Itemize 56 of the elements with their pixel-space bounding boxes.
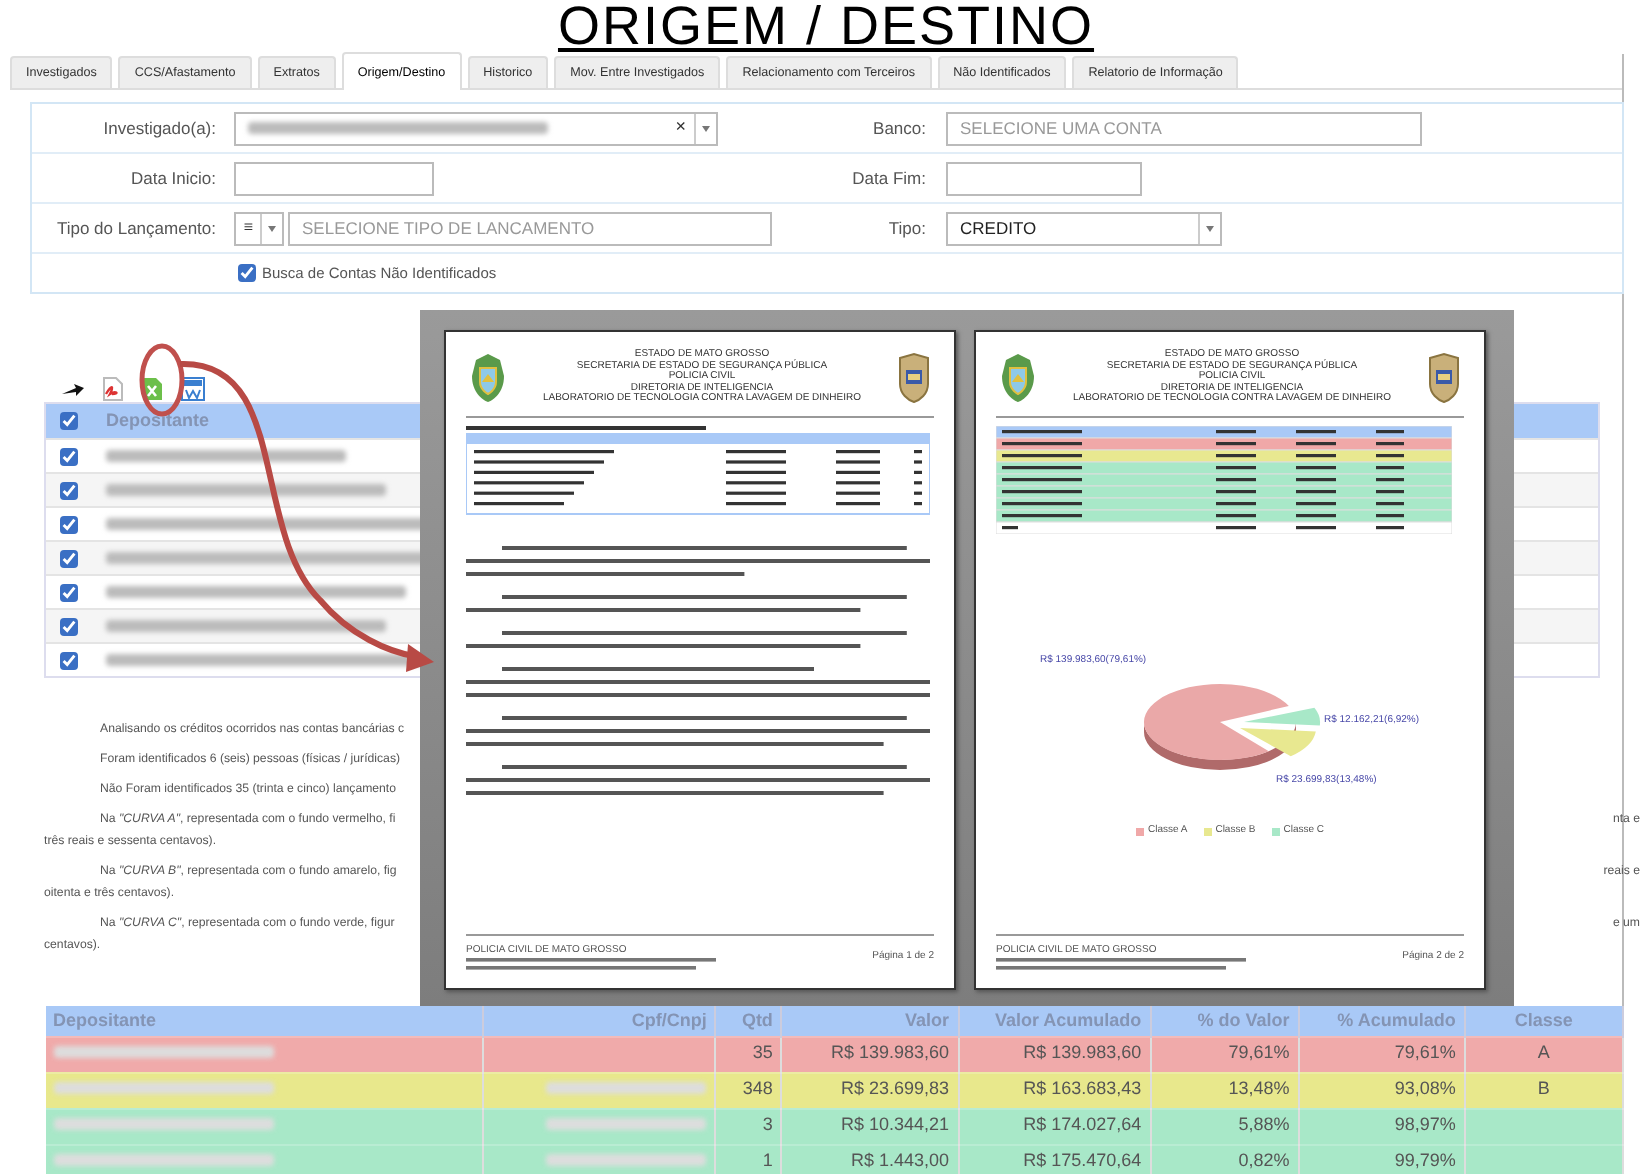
document-icon[interactable]	[180, 376, 206, 402]
checkbox[interactable]	[59, 583, 77, 601]
field-label: Tipo:	[886, 215, 926, 241]
table-cell: 79,61%	[1150, 1036, 1299, 1072]
table-cell: R$ 10.344,21	[781, 1108, 959, 1144]
table-cell: 79,61%	[1298, 1036, 1465, 1072]
table-cell: R$ 139.983,60	[781, 1036, 959, 1072]
table-cell: 13,48%	[1150, 1072, 1299, 1108]
type-field[interactable]: SELECIONE TIPO DE LANCAMENTO	[288, 211, 772, 245]
date-field[interactable]	[234, 161, 434, 195]
field-label: Data Inicio:	[128, 165, 216, 191]
pdf-file-icon[interactable]	[100, 376, 126, 402]
table-cell: R$ 163.683,43	[958, 1072, 1151, 1108]
coat-of-arms-icon	[466, 352, 510, 404]
field-label: Investigado(a):	[101, 115, 216, 141]
table-cell: 98,97%	[1298, 1108, 1465, 1144]
table-cell: 93,08%	[1298, 1072, 1465, 1108]
select-field[interactable]: ×	[234, 111, 718, 145]
field-label: Data Fim:	[850, 165, 926, 191]
table-cell: A	[1464, 1036, 1623, 1072]
date-field[interactable]	[946, 161, 1142, 195]
annotation-circle	[139, 343, 185, 417]
police-badge-icon	[1423, 352, 1464, 404]
table-cell: R$ 139.983,60	[958, 1036, 1151, 1072]
table-cell: 3	[715, 1108, 782, 1144]
column-header: Cpf/Cnpj	[483, 1006, 716, 1036]
column-header: Classe	[1464, 1006, 1623, 1036]
checkbox[interactable]	[59, 515, 77, 533]
checkbox[interactable]	[59, 447, 77, 465]
checkbox[interactable]	[59, 412, 77, 430]
checkbox[interactable]	[59, 549, 77, 567]
column-header: % Acumulado	[1298, 1006, 1465, 1036]
checkbox[interactable]	[59, 617, 77, 635]
table-cell: 5,88%	[1150, 1108, 1299, 1144]
select-field[interactable]: CREDITO	[946, 211, 1222, 245]
column-header: % do Valor	[1150, 1006, 1299, 1036]
column-header: Qtd	[715, 1006, 782, 1036]
table-cell: R$ 23.699,83	[781, 1072, 959, 1108]
bank-field[interactable]: SELECIONE UMA CONTA	[946, 111, 1422, 145]
column-header: Valor	[781, 1006, 959, 1036]
column-header: Depositante	[45, 1006, 484, 1036]
table-cell: B	[1464, 1072, 1623, 1108]
table-cell: 35	[715, 1036, 782, 1072]
column-header: Depositante	[106, 407, 210, 434]
page-title: ORIGEM / DESTINO	[555, 0, 1097, 54]
checkbox[interactable]	[59, 481, 77, 499]
police-badge-icon	[893, 352, 934, 404]
field-label: Banco:	[871, 115, 926, 141]
field-label: Tipo do Lançamento:	[54, 215, 216, 241]
clear-button[interactable]: ×	[675, 114, 686, 142]
column-header: Valor Acumulado	[958, 1006, 1151, 1036]
checkbox[interactable]	[238, 264, 256, 282]
table-cell: 348	[715, 1072, 782, 1108]
coat-of-arms-icon	[996, 352, 1040, 404]
checkbox[interactable]	[59, 651, 77, 669]
table-cell: R$ 174.027,64	[958, 1108, 1151, 1144]
